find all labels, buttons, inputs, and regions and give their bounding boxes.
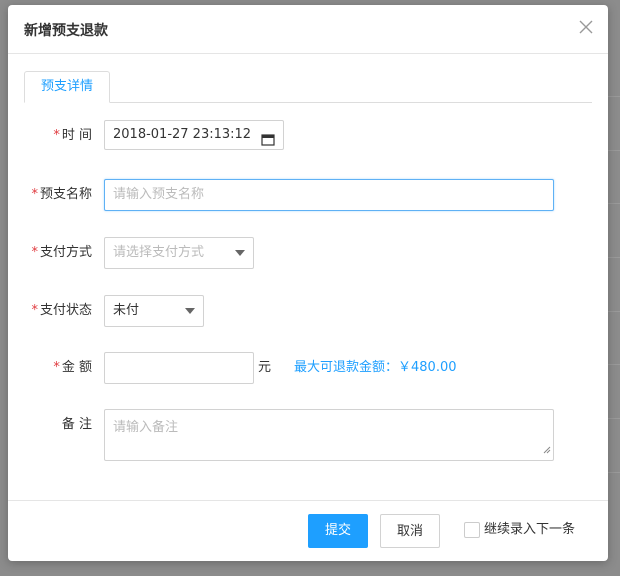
continue-entry-label: 继续录入下一条	[484, 522, 576, 537]
amount-row: * 金 额 元 最大可退款金额：￥480.00	[8, 352, 608, 384]
dialog-footer: 提交 取消 继续录入下一条	[8, 500, 608, 562]
remark-textarea[interactable]: 请输入备注	[104, 409, 554, 461]
resize-grip-icon[interactable]	[543, 443, 551, 458]
pay-status-select[interactable]: 未付	[104, 295, 204, 327]
amount-label: * 金 额	[53, 360, 92, 375]
pay-status-label: * 支付状态	[31, 303, 92, 318]
amount-unit: 元	[258, 360, 272, 375]
pay-method-label: * 支付方式	[31, 245, 92, 260]
pay-status-row: * 支付状态 未付	[8, 295, 608, 327]
tab-advance-details[interactable]: 预支详情	[24, 71, 111, 103]
time-row: * 时 间 2018-01-27 23:13:12	[8, 120, 608, 152]
pay-method-select[interactable]: 请选择支付方式	[104, 237, 254, 269]
max-refund-hint: 最大可退款金额：￥480.00	[294, 360, 457, 375]
dialog-title: 新增预支退款	[24, 23, 108, 39]
dialog: 新增预支退款 预支详情 * 时 间 2018-01-27 23:13:12 * 预支…	[8, 5, 608, 561]
advance-name-label: * 预支名称	[31, 187, 92, 202]
dialog-header: 新增预支退款	[8, 5, 608, 54]
submit-button[interactable]: 提交	[308, 514, 368, 548]
time-label: * 时 间	[53, 128, 92, 143]
pay-method-row: * 支付方式 请选择支付方式	[8, 237, 608, 269]
advance-name-placeholder: 请输入预支名称	[113, 187, 205, 202]
pay-status-value: 未付	[113, 303, 140, 318]
tab-bar: 预支详情	[24, 71, 592, 103]
amount-input[interactable]	[104, 352, 254, 384]
chevron-down-icon	[235, 250, 245, 256]
remark-label: 备 注	[61, 417, 92, 432]
time-value: 2018-01-27 23:13:12	[113, 127, 252, 142]
advance-name-input[interactable]: 请输入预支名称	[104, 179, 554, 211]
pay-method-placeholder: 请选择支付方式	[113, 245, 205, 260]
continue-entry-option[interactable]: 继续录入下一条	[464, 521, 575, 539]
time-input[interactable]: 2018-01-27 23:13:12	[104, 120, 284, 150]
remark-placeholder: 请输入备注	[113, 420, 179, 435]
cancel-button[interactable]: 取消	[380, 514, 440, 548]
close-icon[interactable]	[578, 19, 594, 35]
continue-entry-checkbox[interactable]	[464, 522, 480, 538]
advance-name-row: * 预支名称 请输入预支名称	[8, 179, 608, 211]
chevron-down-icon	[185, 308, 195, 314]
calendar-icon[interactable]	[261, 129, 275, 157]
